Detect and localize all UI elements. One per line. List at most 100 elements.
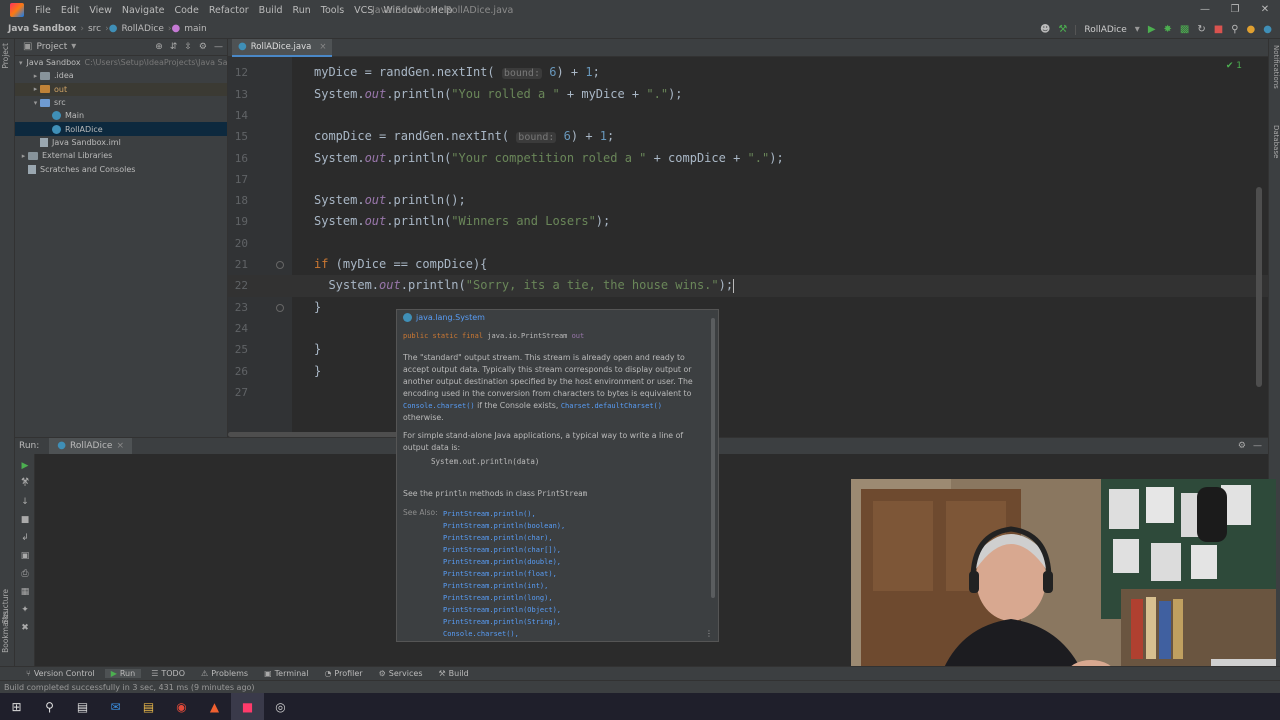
tree-item-rolladice[interactable]: RollADice — [15, 122, 227, 136]
tree-item-java-sandbox[interactable]: ▾ Java Sandbox C:\Users\Setup\IdeaProjects… — [15, 56, 233, 69]
menu-view[interactable]: View — [84, 5, 117, 16]
run-configuration-selector[interactable]: RollADice — [1075, 24, 1127, 35]
code-line[interactable]: 17 — [228, 169, 1268, 190]
run-tab[interactable]: ● RollADice × — [49, 437, 133, 455]
doc-see-also-link[interactable]: PrintStream.println(float), — [443, 568, 565, 580]
breadcrumb-project[interactable]: Java Sandbox — [0, 24, 80, 34]
soft-wrap-icon[interactable]: ↲ — [19, 532, 31, 544]
updates-icon[interactable]: ● — [1247, 24, 1256, 36]
camera-icon[interactable]: ▣ — [19, 550, 31, 562]
minimize-panel-icon[interactable]: — — [214, 42, 223, 52]
stop-icon[interactable]: ■ — [19, 514, 31, 526]
brave-icon[interactable]: ▲ — [198, 693, 231, 720]
tree-item-out[interactable]: ▸ out — [15, 82, 227, 96]
chevron-right-icon[interactable]: ▸ — [31, 72, 40, 80]
tool-tab-problems[interactable]: ⚠ Problems — [195, 669, 254, 678]
tab-rolladice-java[interactable]: ● RollADice.java × — [232, 39, 333, 57]
code-line[interactable]: 25} — [228, 339, 1268, 360]
menu-refactor[interactable]: Refactor — [204, 5, 254, 16]
more-options-icon[interactable]: ⋮ — [705, 629, 713, 638]
tool-tab-terminal[interactable]: ▣ Terminal — [258, 669, 314, 678]
chevron-down-icon[interactable]: ▾ — [71, 41, 76, 53]
tool-tab-services[interactable]: ⚙ Services — [373, 669, 429, 678]
restore-icon[interactable]: ❐ — [1220, 0, 1250, 20]
bookmarks-tool-button[interactable]: Bookmarks — [1, 611, 13, 653]
chrome-icon[interactable]: ◉ — [165, 693, 198, 720]
database-tool-button[interactable]: Database — [1270, 125, 1280, 158]
collapse-all-icon[interactable]: ⇳ — [184, 42, 192, 52]
doc-see-also-link[interactable]: Console.charset(), — [443, 628, 565, 640]
chevron-right-icon[interactable]: ▸ — [19, 152, 28, 160]
code-line[interactable]: 23} — [228, 297, 1268, 318]
code-line[interactable]: 26} — [228, 361, 1268, 382]
tree-item--idea[interactable]: ▸ .idea — [15, 69, 227, 82]
search-icon[interactable]: ⚲ — [33, 693, 66, 720]
project-tool-button[interactable]: Project — [1, 43, 13, 69]
doc-see-also-link[interactable]: PrintStream.println(long), — [443, 592, 565, 604]
gear-icon[interactable]: ⚙ — [199, 42, 207, 52]
code-line[interactable]: 16 System.out.println("Your competition r… — [228, 148, 1268, 169]
chevron-right-icon[interactable]: ▸ — [31, 85, 40, 93]
doc-see-also-link[interactable]: PrintStream.println(int), — [443, 580, 565, 592]
intellij-icon[interactable]: ■ — [231, 693, 264, 720]
wrench-icon[interactable]: ⚒ — [19, 476, 31, 488]
doc-see-also-link[interactable]: PrintStream.println(boolean), — [443, 520, 565, 532]
pin-icon[interactable]: ✦ — [19, 604, 31, 616]
editor-scrollbar[interactable] — [1256, 187, 1262, 387]
tool-tab-run[interactable]: ▶ Run — [104, 669, 142, 678]
status-message[interactable]: Build completed successfully in 3 sec, 4… — [4, 683, 255, 692]
expand-all-icon[interactable]: ⇵ — [170, 42, 178, 52]
code-line[interactable]: 24 — [228, 318, 1268, 339]
fold-marker-icon[interactable] — [276, 261, 284, 269]
close-icon[interactable]: ✕ — [1250, 0, 1280, 20]
ide-logo-icon[interactable]: ● — [1263, 24, 1272, 36]
gear-icon[interactable]: ⚙ — [1238, 441, 1246, 451]
user-icon[interactable]: ☻ — [1040, 24, 1050, 36]
layout-icon[interactable]: ▦ — [19, 586, 31, 598]
coverage-icon[interactable]: ▩ — [1180, 24, 1189, 36]
code-line[interactable]: 12 myDice = randGen.nextInt( bound: 6) + … — [228, 62, 1268, 83]
code-line[interactable]: 22 System.out.println("Sorry, its a tie,… — [228, 275, 1268, 297]
inspection-status[interactable]: ✔ 1 — [1226, 61, 1242, 71]
menu-run[interactable]: Run — [288, 5, 316, 16]
code-line[interactable]: 13 System.out.println("You rolled a " + m… — [228, 84, 1268, 105]
doc-see-also-link[interactable]: PrintStream.println(char[]), — [443, 544, 565, 556]
tree-item-main[interactable]: Main — [15, 109, 227, 122]
chevron-down-icon[interactable]: ▾ — [19, 59, 23, 67]
scroll-down-icon[interactable]: ↓ — [19, 496, 31, 508]
doc-class-name[interactable]: java.lang.System — [416, 313, 485, 322]
code-line[interactable]: 14 — [228, 105, 1268, 126]
breadcrumb-method[interactable]: main — [180, 24, 211, 34]
doc-scrollbar[interactable] — [711, 318, 715, 598]
fold-marker-icon[interactable] — [276, 303, 284, 312]
breadcrumb-class[interactable]: RollADice — [117, 24, 167, 34]
doc-link-console-charset[interactable]: Console.charset() — [403, 402, 475, 410]
outlook-icon[interactable]: ✉ — [99, 693, 132, 720]
doc-see-also-link[interactable]: PrintStream.println(double), — [443, 556, 565, 568]
tool-tab-build[interactable]: ⚒ Build — [433, 669, 475, 678]
close-icon[interactable]: × — [116, 441, 124, 451]
doc-link-default-charset[interactable]: Charset.defaultCharset() — [561, 402, 662, 410]
breadcrumb-src[interactable]: src — [84, 24, 105, 34]
code-line[interactable]: 19 System.out.println("Winners and Losers… — [228, 211, 1268, 232]
run-icon[interactable]: ▶ — [1148, 24, 1156, 36]
doc-see-also-link[interactable]: PrintStream.println(char), — [443, 532, 565, 544]
code-line[interactable]: 21 if (myDice == compDice){ — [228, 254, 1268, 275]
search-icon[interactable]: ⚲ — [1231, 24, 1238, 36]
project-panel-title[interactable]: Project — [36, 42, 67, 52]
tool-tab-profiler[interactable]: ◔ Profiler — [318, 669, 368, 678]
rerun-icon[interactable]: ▶ — [19, 460, 31, 472]
debug-icon[interactable]: ✸ — [1164, 24, 1172, 36]
code-line[interactable]: 20 — [228, 233, 1268, 254]
locate-icon[interactable]: ⊕ — [155, 42, 163, 52]
minimize-icon[interactable]: — — [1190, 0, 1220, 20]
menu-navigate[interactable]: Navigate — [117, 5, 170, 16]
doc-see-also-link[interactable]: PrintStream.println(), — [443, 508, 565, 520]
close-icon[interactable]: × — [319, 42, 326, 52]
tool-tab-version-control[interactable]: ⑂ Version Control — [20, 669, 101, 678]
print-icon[interactable]: ⎙ — [19, 568, 31, 580]
tree-item-external-libraries[interactable]: ▸ External Libraries — [15, 149, 227, 162]
tree-item-scratches-and-consoles[interactable]: Scratches and Consoles — [15, 162, 227, 175]
menu-build[interactable]: Build — [254, 5, 288, 16]
obs-icon[interactable]: ◎ — [264, 693, 297, 720]
